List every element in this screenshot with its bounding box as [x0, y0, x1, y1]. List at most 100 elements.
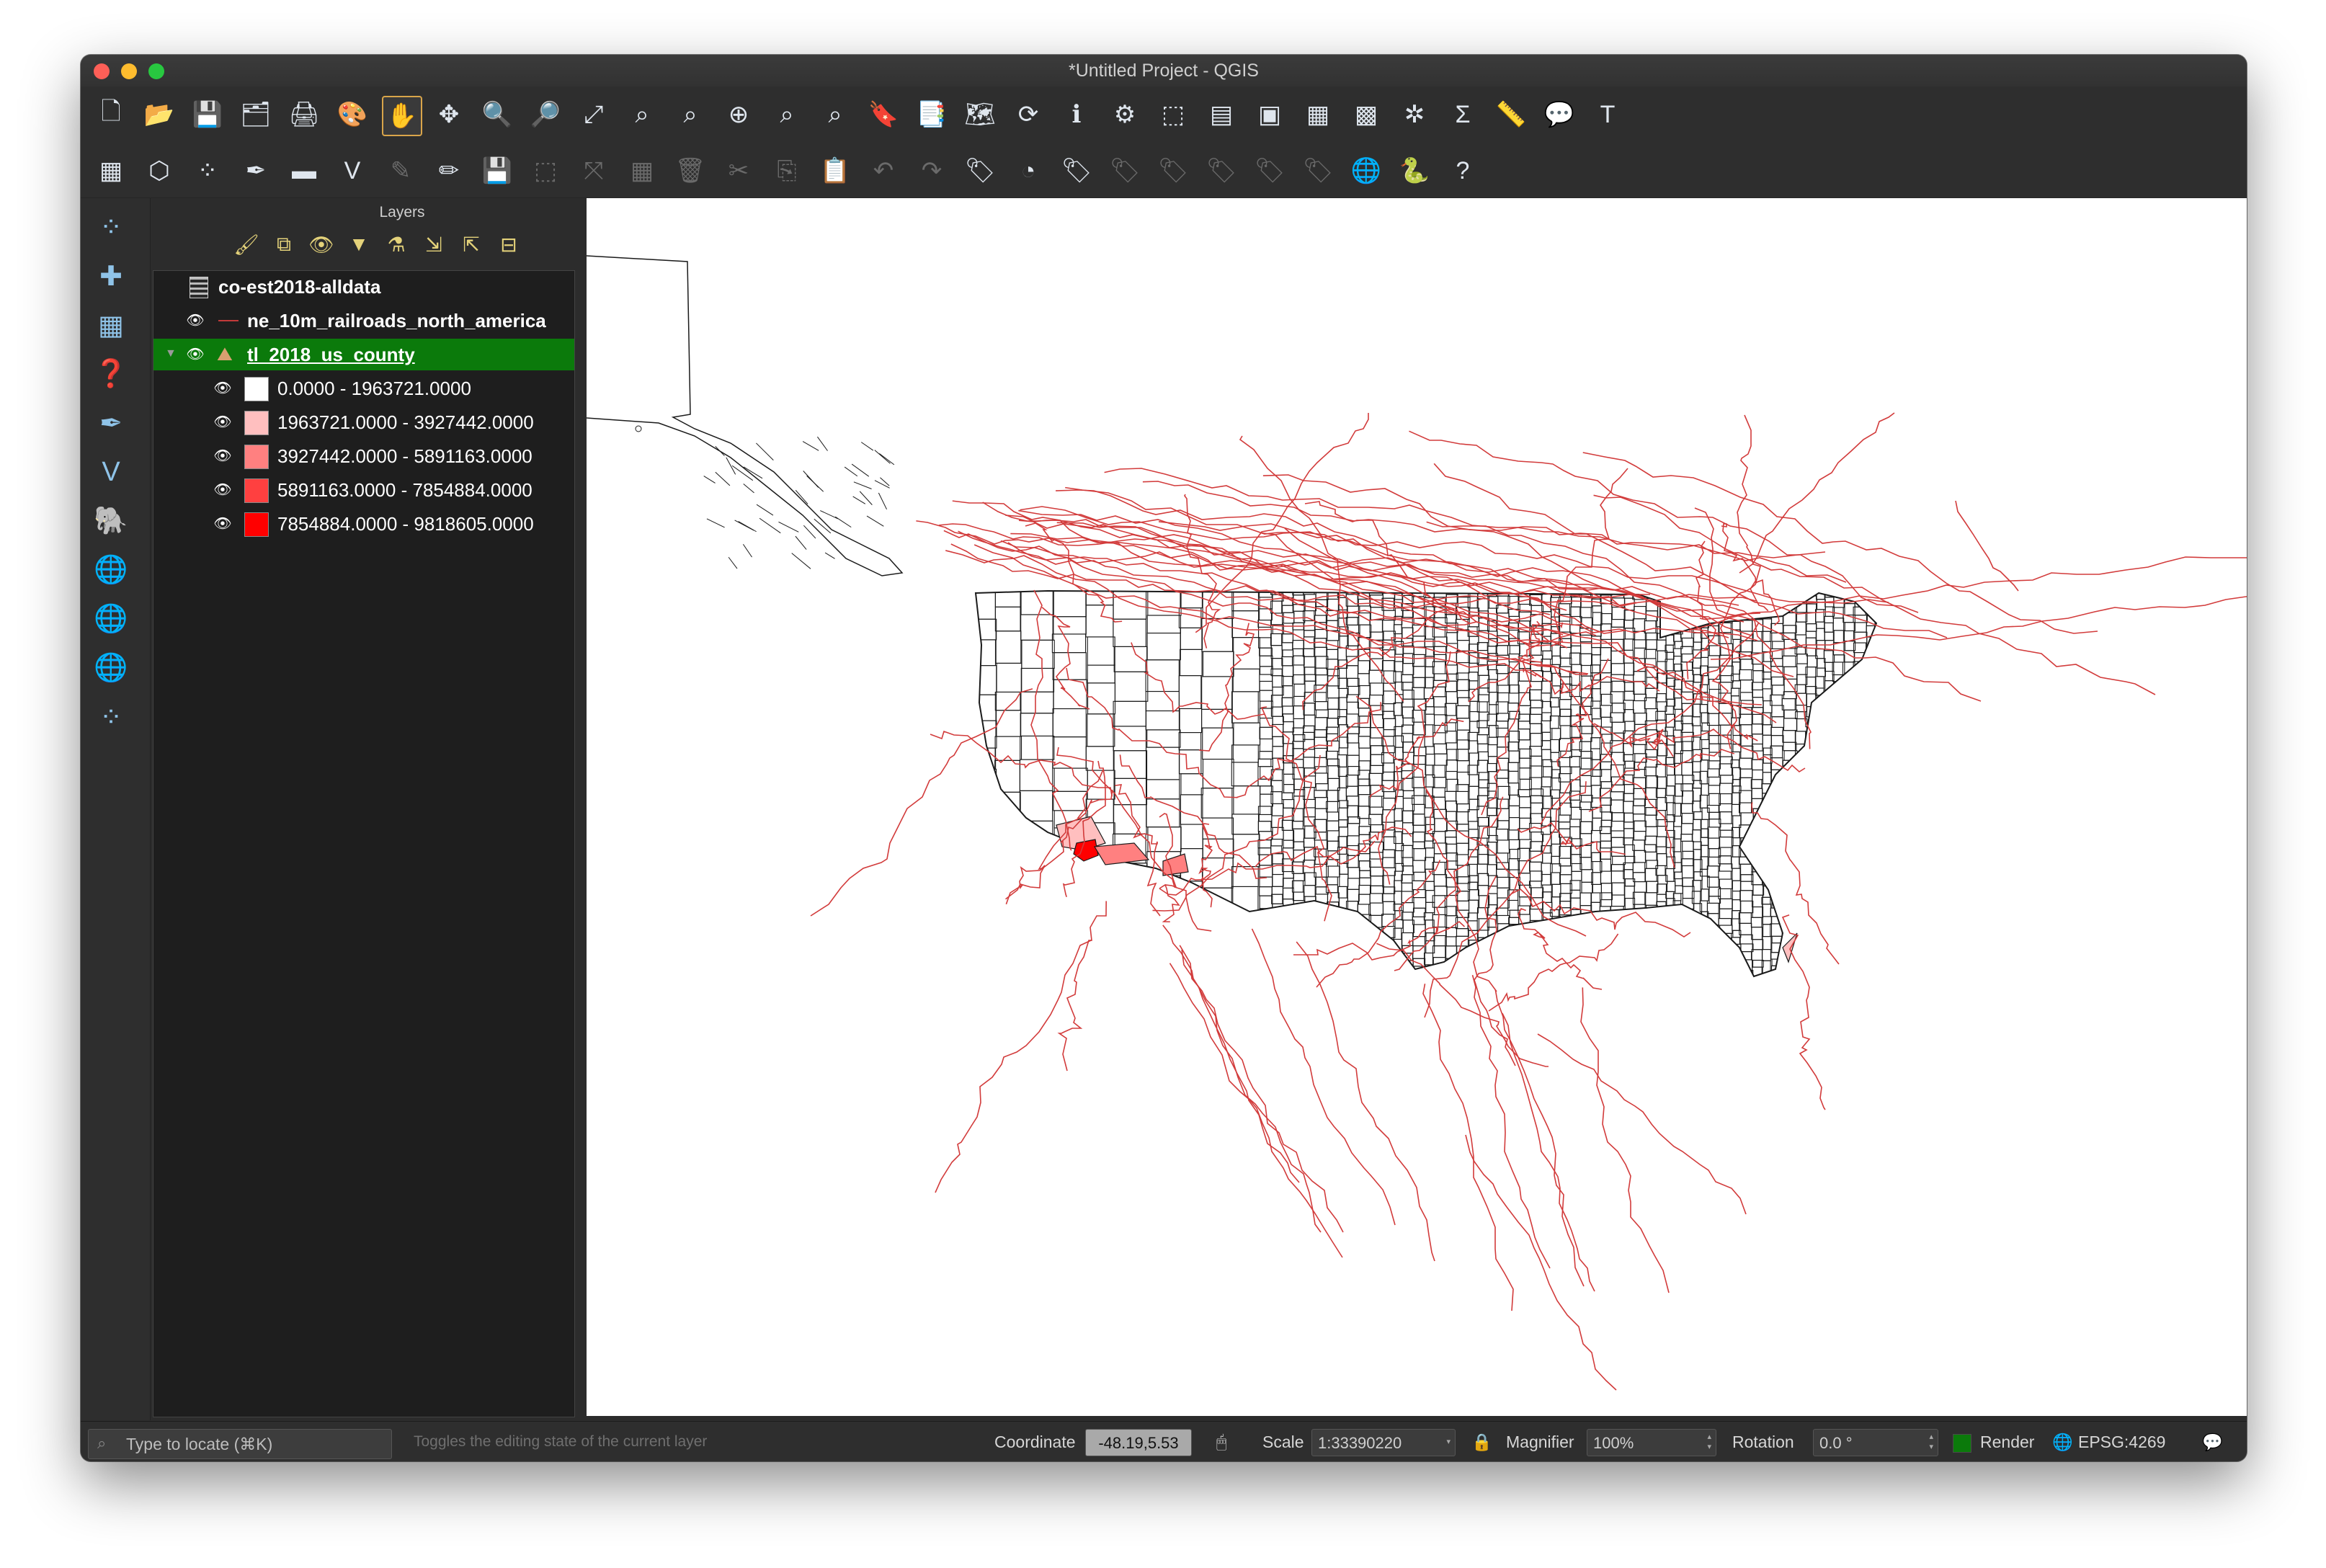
- filter-by-expression-icon[interactable]: ⚗: [382, 230, 411, 259]
- legend-class-row[interactable]: 👁 1963721.0000 - 3927442.0000: [153, 406, 574, 438]
- remove-layer-icon[interactable]: ⊟: [494, 230, 523, 259]
- toggle-extents-icon[interactable]: 🖱: [1216, 1433, 1226, 1453]
- pin-labels-icon[interactable]: 🏷: [1106, 152, 1144, 190]
- field-calculator-icon[interactable]: ▩: [1347, 96, 1385, 133]
- visibility-eye-icon[interactable]: 👁: [211, 447, 234, 465]
- open-styling-icon[interactable]: 🖌: [232, 230, 261, 259]
- deselect-icon[interactable]: ▣: [1251, 96, 1288, 133]
- visibility-eye-icon[interactable]: 👁: [211, 414, 234, 431]
- layer-row-co-est2018[interactable]: co-est2018-alldata: [153, 271, 574, 303]
- save-as-icon[interactable]: 🗂: [237, 96, 275, 133]
- new-bookmark-icon[interactable]: 🔖: [865, 96, 902, 133]
- filter-legend-icon[interactable]: ▼: [344, 230, 373, 259]
- label-tool-icon[interactable]: 🏷: [961, 152, 999, 190]
- add-wms-icon[interactable]: 🌐: [91, 550, 131, 590]
- lock-scale-icon[interactable]: 🔒: [1471, 1433, 1492, 1452]
- layer-row-counties[interactable]: ▼ 👁 ⛰ tl_2018_us_county: [153, 339, 574, 370]
- add-postgis-icon[interactable]: ❓: [91, 354, 131, 394]
- collapse-arrow-icon[interactable]: ▼: [165, 347, 177, 360]
- zoom-last-icon[interactable]: ⌕: [768, 96, 806, 133]
- paste-features-icon[interactable]: 📋: [816, 152, 854, 190]
- map-tips-icon[interactable]: 💬: [1541, 96, 1578, 133]
- zoom-in-icon[interactable]: 🔍: [478, 96, 516, 133]
- show-hide-labels-icon[interactable]: 🏷: [1154, 152, 1192, 190]
- save-project-icon[interactable]: 💾: [189, 96, 226, 133]
- add-db-icon[interactable]: 🐘: [91, 501, 131, 541]
- add-wcs-icon[interactable]: 🌐: [91, 648, 131, 688]
- add-vector-icon[interactable]: V: [334, 152, 371, 190]
- processing-toolbox-icon[interactable]: ✲: [1396, 96, 1433, 133]
- add-raster-icon[interactable]: ▦: [91, 305, 131, 345]
- delete-selected-icon[interactable]: 🗑: [672, 152, 709, 190]
- help-icon[interactable]: ?: [1444, 152, 1481, 190]
- new-geopackage-layer-icon[interactable]: ⬡: [141, 152, 178, 190]
- scale-combobox[interactable]: 1:33390220 ▾: [1311, 1429, 1456, 1456]
- manage-themes-icon[interactable]: 👁: [307, 230, 336, 259]
- select-features-icon[interactable]: ⬚: [1154, 96, 1192, 133]
- pan-to-selection-icon[interactable]: ✥: [430, 96, 468, 133]
- identify-icon[interactable]: ℹ: [1058, 96, 1095, 133]
- zoom-to-layer-icon[interactable]: ⌕: [672, 96, 709, 133]
- print-layout-icon[interactable]: 🖨: [285, 96, 323, 133]
- new-project-icon[interactable]: 🗋: [92, 96, 130, 133]
- zoom-out-icon[interactable]: 🔎: [527, 96, 564, 133]
- current-edits-icon[interactable]: ✎: [382, 152, 419, 190]
- style-manager-icon[interactable]: 🎨: [334, 96, 371, 133]
- add-feature-icon[interactable]: ⬚: [527, 152, 564, 190]
- legend-class-row[interactable]: 👁 3927442.0000 - 5891163.0000: [153, 440, 574, 472]
- zoom-next-icon[interactable]: ⌕: [816, 96, 854, 133]
- magnifier-spinbox[interactable]: 100% ▴ ▾: [1587, 1429, 1716, 1456]
- zoom-native-icon[interactable]: ⊕: [720, 96, 757, 133]
- rotation-spinbox[interactable]: 0.0 ° ▴ ▾: [1813, 1429, 1938, 1456]
- cut-features-icon[interactable]: ✂: [720, 152, 757, 190]
- visibility-eye-icon[interactable]: 👁: [184, 312, 207, 329]
- vertex-tool-icon[interactable]: ⤧: [575, 152, 612, 190]
- highlight-labels-icon[interactable]: 🏷: [1058, 152, 1095, 190]
- add-virtual-layer-icon[interactable]: ✒: [91, 403, 131, 443]
- python-console-icon[interactable]: 🐍: [1396, 152, 1433, 190]
- crs-button[interactable]: EPSG:4269: [2078, 1433, 2165, 1452]
- rotate-label-icon[interactable]: 🏷: [1251, 152, 1288, 190]
- new-shapefile-layer-icon[interactable]: ▬: [285, 152, 323, 190]
- modify-attributes-icon[interactable]: ▦: [623, 152, 661, 190]
- visibility-eye-icon[interactable]: 👁: [184, 346, 207, 363]
- add-wfs-icon[interactable]: 🌐: [91, 599, 131, 639]
- collapse-all-icon[interactable]: ⇱: [457, 230, 486, 259]
- select-by-value-icon[interactable]: ▤: [1203, 96, 1240, 133]
- diagram-tool-icon[interactable]: ◔: [1010, 152, 1047, 190]
- new-map-view-icon[interactable]: 🗺: [961, 96, 999, 133]
- copy-features-icon[interactable]: ⎘: [768, 152, 806, 190]
- zoom-full-icon[interactable]: ⤢: [575, 96, 612, 133]
- attribute-table-icon[interactable]: ▦: [1299, 96, 1337, 133]
- open-project-icon[interactable]: 📂: [141, 96, 178, 133]
- messages-icon[interactable]: 💬: [2202, 1433, 2223, 1452]
- move-label-icon[interactable]: 🏷: [1203, 152, 1240, 190]
- locator-input[interactable]: [125, 1433, 387, 1456]
- legend-class-row[interactable]: 👁 0.0000 - 1963721.0000: [153, 373, 574, 404]
- legend-class-row[interactable]: 👁 5891163.0000 - 7854884.0000: [153, 474, 574, 506]
- visibility-eye-icon[interactable]: 👁: [211, 515, 234, 533]
- show-bookmarks-icon[interactable]: 📑: [913, 96, 950, 133]
- coordinate-field[interactable]: -48.19,5.53: [1085, 1429, 1192, 1456]
- digitize-icon[interactable]: ✒: [237, 152, 275, 190]
- visibility-eye-icon[interactable]: 👁: [211, 481, 234, 499]
- legend-class-row[interactable]: 👁 7854884.0000 - 9818605.0000: [153, 508, 574, 540]
- change-label-icon[interactable]: 🏷: [1299, 152, 1337, 190]
- redo-icon[interactable]: ↷: [913, 152, 950, 190]
- zoom-to-selection-icon[interactable]: ⌕: [623, 96, 661, 133]
- add-delimited-text-icon[interactable]: ⁘: [91, 207, 131, 247]
- statistics-icon[interactable]: Σ: [1444, 96, 1481, 133]
- crs-globe-icon[interactable]: 🌐: [2052, 1433, 2073, 1452]
- layer-tree[interactable]: co-est2018-alldata 👁 ne_10m_railroads_no…: [153, 270, 575, 1417]
- run-action-icon[interactable]: ⚙: [1106, 96, 1144, 133]
- layer-row-railroads[interactable]: 👁 ne_10m_railroads_north_america: [153, 305, 574, 337]
- locator-bar[interactable]: ⌕: [88, 1429, 392, 1459]
- render-checkbox[interactable]: [1953, 1434, 1971, 1453]
- add-spatialite-icon[interactable]: ✚: [91, 256, 131, 296]
- refresh-icon[interactable]: ⟳: [1010, 96, 1047, 133]
- toggle-editing-icon[interactable]: ✏: [430, 152, 468, 190]
- new-temporary-layer-icon[interactable]: ⁘: [189, 152, 226, 190]
- save-edits-icon[interactable]: 💾: [478, 152, 516, 190]
- add-vector-layer-icon[interactable]: V: [91, 452, 131, 492]
- pan-icon[interactable]: ✋: [382, 96, 422, 136]
